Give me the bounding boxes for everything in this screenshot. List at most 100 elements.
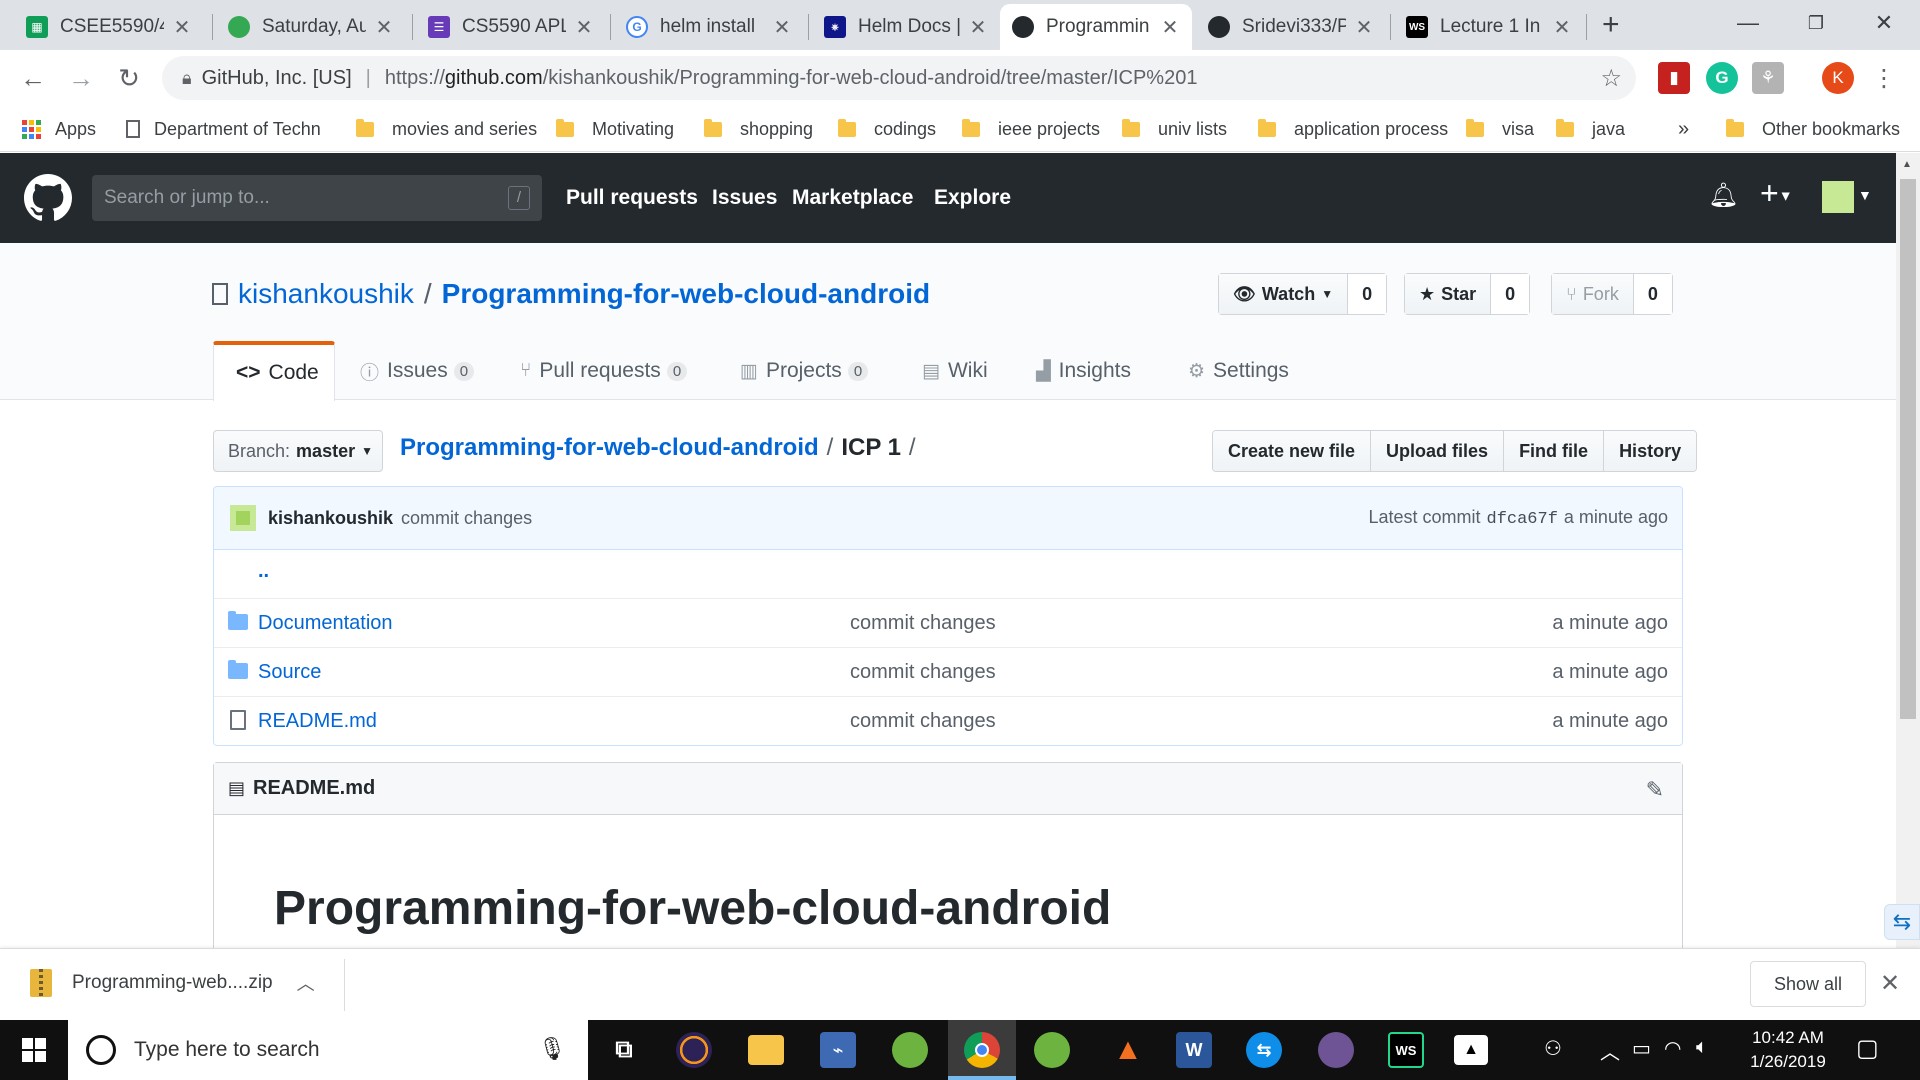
bookmark-folder[interactable]: univ lists bbox=[1122, 114, 1227, 144]
browser-tab[interactable]: Saturday, Au ✕ bbox=[216, 4, 406, 50]
forward-icon[interactable]: → bbox=[62, 59, 100, 97]
close-tab-icon[interactable]: ✕ bbox=[772, 15, 792, 40]
tab-projects[interactable]: ▥ Projects 0 bbox=[718, 341, 890, 401]
taskbar-search-input[interactable]: Type here to search 🎙︎ bbox=[68, 1020, 588, 1080]
file-explorer-icon[interactable] bbox=[748, 1035, 784, 1065]
teamviewer-side-icon[interactable]: ⇆ bbox=[1884, 904, 1920, 940]
commit-author-link[interactable]: kishankoushik bbox=[268, 508, 393, 529]
chrome-menu-icon[interactable]: ⋮ bbox=[1872, 64, 1896, 93]
chevron-down-icon[interactable]: ▼ bbox=[1858, 187, 1872, 203]
repo-name-link[interactable]: Programming-for-web-cloud-android bbox=[442, 278, 930, 310]
fork-count[interactable]: 0 bbox=[1633, 274, 1672, 314]
file-link[interactable]: Documentation bbox=[258, 612, 393, 635]
bookmark-folder[interactable]: visa bbox=[1466, 114, 1534, 144]
spring-tool-icon[interactable] bbox=[892, 1032, 928, 1068]
chrome-taskbar-icon[interactable] bbox=[964, 1032, 1000, 1068]
browser-tab[interactable]: ⎈ Helm Docs | ✕ bbox=[812, 4, 1000, 50]
battery-icon[interactable]: ▭ bbox=[1632, 1036, 1651, 1061]
tray-chevron-up-icon[interactable]: ︿ bbox=[1600, 1036, 1620, 1065]
close-tab-icon[interactable]: ✕ bbox=[1354, 15, 1374, 40]
bookmark-folder[interactable]: ieee projects bbox=[962, 114, 1100, 144]
watch-button[interactable]: 👁︎ Watch ▼ bbox=[1219, 274, 1349, 314]
tab-wiki[interactable]: ▤ Wiki bbox=[900, 341, 1010, 401]
close-tab-icon[interactable]: ✕ bbox=[574, 15, 594, 40]
bookmark-folder[interactable]: codings bbox=[838, 114, 936, 144]
tab-code[interactable]: <> Code bbox=[213, 341, 335, 401]
tab-issues[interactable]: ⓘ Issues 0 bbox=[338, 341, 496, 401]
tab-insights[interactable]: ▟ Insights bbox=[1014, 341, 1153, 401]
task-view-icon[interactable]: ⧉ bbox=[602, 1028, 646, 1072]
file-commit-message[interactable]: commit changes bbox=[850, 661, 996, 684]
new-tab-icon[interactable]: + bbox=[1602, 8, 1620, 42]
chevron-up-icon[interactable]: ︿ bbox=[297, 970, 315, 996]
close-tab-icon[interactable]: ✕ bbox=[374, 15, 394, 40]
vertical-scrollbar[interactable]: ▲ bbox=[1896, 153, 1920, 948]
nav-explore[interactable]: Explore bbox=[934, 186, 1011, 210]
browser-tab[interactable]: ▦ CSEE5590/4 ✕ bbox=[14, 4, 204, 50]
network-tool-icon[interactable]: ⌁ bbox=[820, 1032, 856, 1068]
scroll-up-icon[interactable]: ▲ bbox=[1902, 159, 1912, 170]
reload-icon[interactable]: ↻ bbox=[110, 59, 148, 97]
repo-owner-link[interactable]: kishankoushik bbox=[238, 278, 414, 310]
download-item[interactable]: Programming-web....zip ︿ bbox=[30, 969, 315, 997]
file-link[interactable]: Source bbox=[258, 661, 321, 684]
minimize-icon[interactable]: — bbox=[1718, 6, 1778, 40]
photos-app-icon[interactable]: ▲ bbox=[1454, 1035, 1488, 1065]
watch-count[interactable]: 0 bbox=[1348, 274, 1387, 314]
browser-tab[interactable]: ☰ CS5590 APL ✕ bbox=[416, 4, 606, 50]
bookmark-folder[interactable]: movies and series bbox=[356, 114, 537, 144]
pdf-extension-icon[interactable]: ⚘ bbox=[1752, 62, 1784, 94]
word-icon[interactable]: W bbox=[1176, 1032, 1212, 1068]
bookmark-folder[interactable]: shopping bbox=[704, 114, 813, 144]
windows-start-button[interactable] bbox=[0, 1020, 68, 1080]
other-bookmarks[interactable]: Other bookmarks bbox=[1726, 114, 1900, 144]
create-new-file-button[interactable]: Create new file bbox=[1213, 431, 1372, 471]
show-all-downloads-button[interactable]: Show all bbox=[1750, 961, 1866, 1007]
close-tab-icon[interactable]: ✕ bbox=[1160, 15, 1180, 40]
bookmark-folder[interactable]: Motivating bbox=[556, 114, 674, 144]
browser-tab[interactable]: Sridevi333/P ✕ bbox=[1196, 4, 1386, 50]
back-icon[interactable]: ← bbox=[14, 59, 52, 97]
parent-directory-link[interactable]: .. bbox=[258, 560, 269, 583]
vlc-icon[interactable]: ▲ bbox=[1106, 1028, 1150, 1072]
github-desktop-icon[interactable] bbox=[1318, 1032, 1354, 1068]
eclipse-icon[interactable] bbox=[676, 1032, 712, 1068]
notifications-bell-icon[interactable]: 🔔︎ bbox=[1708, 181, 1738, 210]
grammarly-icon[interactable]: G bbox=[1706, 62, 1738, 94]
microphone-icon[interactable]: 🎙︎ bbox=[538, 1036, 566, 1062]
tab-settings[interactable]: ⚙ Settings bbox=[1166, 341, 1311, 401]
author-avatar[interactable] bbox=[230, 505, 256, 531]
nav-issues[interactable]: Issues bbox=[712, 186, 777, 210]
tab-pull-requests[interactable]: ⑂ Pull requests 0 bbox=[498, 341, 709, 401]
profile-avatar[interactable]: K bbox=[1822, 62, 1854, 94]
user-avatar[interactable] bbox=[1822, 181, 1854, 213]
github-search-input[interactable]: Search or jump to... / bbox=[92, 175, 542, 221]
close-window-icon[interactable]: ✕ bbox=[1854, 6, 1914, 40]
commit-sha-link[interactable]: dfca67f bbox=[1487, 510, 1558, 529]
file-commit-message[interactable]: commit changes bbox=[850, 710, 996, 733]
file-link[interactable]: README.md bbox=[258, 710, 377, 733]
close-tab-icon[interactable]: ✕ bbox=[1552, 15, 1572, 40]
browser-tab[interactable]: WS Lecture 1 In ✕ bbox=[1394, 4, 1584, 50]
teamviewer-icon[interactable]: ⇆ bbox=[1246, 1032, 1282, 1068]
scrollbar-thumb[interactable] bbox=[1900, 179, 1916, 719]
star-count[interactable]: 0 bbox=[1491, 274, 1530, 314]
breadcrumb-repo-link[interactable]: Programming-for-web-cloud-android bbox=[400, 434, 819, 462]
close-shelf-icon[interactable]: ✕ bbox=[1880, 969, 1900, 998]
find-file-button[interactable]: Find file bbox=[1504, 431, 1605, 471]
address-bar[interactable]: 🔒︎ GitHub, Inc. [US] | https://github.co… bbox=[162, 56, 1636, 100]
history-button[interactable]: History bbox=[1604, 431, 1697, 471]
close-tab-icon[interactable]: ✕ bbox=[968, 15, 988, 40]
pencil-edit-icon[interactable]: ✎ bbox=[1646, 777, 1664, 803]
wifi-icon[interactable]: ◠ bbox=[1664, 1036, 1681, 1061]
browser-tab-active[interactable]: Programmin ✕ bbox=[1000, 4, 1192, 50]
acrobat-extension-icon[interactable]: ▮ bbox=[1658, 62, 1690, 94]
restore-icon[interactable]: ❐ bbox=[1786, 6, 1846, 40]
browser-tab[interactable]: G helm install ✕ bbox=[614, 4, 804, 50]
taskbar-clock[interactable]: 10:42 AM 1/26/2019 bbox=[1740, 1026, 1836, 1074]
fork-button[interactable]: ⑂ Fork bbox=[1552, 274, 1634, 314]
file-commit-message[interactable]: commit changes bbox=[850, 612, 996, 635]
upload-files-button[interactable]: Upload files bbox=[1371, 431, 1505, 471]
github-logo-icon[interactable] bbox=[24, 174, 72, 222]
webstorm-taskbar-icon[interactable]: WS bbox=[1388, 1032, 1424, 1068]
